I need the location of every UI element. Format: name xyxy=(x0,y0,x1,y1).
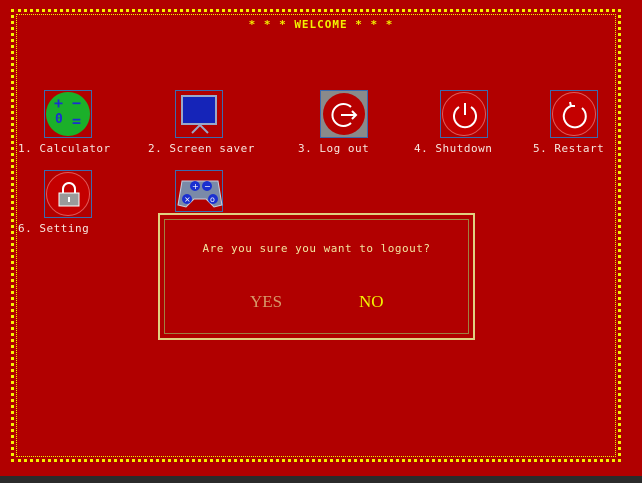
zero-glyph: 0 xyxy=(55,112,63,127)
gamepad-shape-icon: + − × o xyxy=(177,180,223,208)
equals-glyph: = xyxy=(72,112,82,130)
minus-glyph: − xyxy=(72,94,82,112)
svg-text:+: + xyxy=(192,182,199,191)
screen-saver-label[interactable]: 2. Screen saver xyxy=(148,142,255,155)
gamepad-icon[interactable]: + − × o xyxy=(175,170,223,212)
yes-button[interactable]: YES xyxy=(250,292,282,312)
lock-icon xyxy=(58,182,80,207)
dialog-inner-border xyxy=(164,219,469,334)
plus-glyph: + xyxy=(54,94,64,112)
bottom-strip xyxy=(0,476,642,483)
shutdown-icon[interactable] xyxy=(440,90,488,138)
svg-text:o: o xyxy=(210,195,215,204)
refresh-arrow-icon xyxy=(562,101,587,129)
restart-label[interactable]: 5. Restart xyxy=(533,142,604,155)
monitor-stand-icon xyxy=(191,124,209,134)
calculator-circle xyxy=(46,92,90,136)
no-button[interactable]: NO xyxy=(359,292,384,312)
shutdown-label[interactable]: 4. Shutdown xyxy=(414,142,492,155)
logout-icon[interactable] xyxy=(320,90,368,138)
power-icon xyxy=(453,103,477,129)
logout-confirm-dialog: Are you sure you want to logout? YES NO xyxy=(158,213,475,340)
calculator-icon[interactable]: + − 0 = xyxy=(44,90,92,138)
restart-icon[interactable] xyxy=(550,90,598,138)
setting-icon[interactable] xyxy=(44,170,92,218)
welcome-title: * * * WELCOME * * * xyxy=(248,18,394,31)
logout-arrow-icon xyxy=(331,103,358,127)
setting-label[interactable]: 6. Setting xyxy=(18,222,89,235)
dialog-message: Are you sure you want to logout? xyxy=(202,242,431,255)
svg-text:×: × xyxy=(184,195,191,204)
logout-label[interactable]: 3. Log out xyxy=(298,142,369,155)
svg-text:−: − xyxy=(204,182,211,191)
calculator-label[interactable]: 1. Calculator xyxy=(18,142,111,155)
screen-saver-icon[interactable] xyxy=(175,90,223,138)
desktop-screen: * * * WELCOME * * * + − 0 = 1. Calculato… xyxy=(0,0,642,483)
